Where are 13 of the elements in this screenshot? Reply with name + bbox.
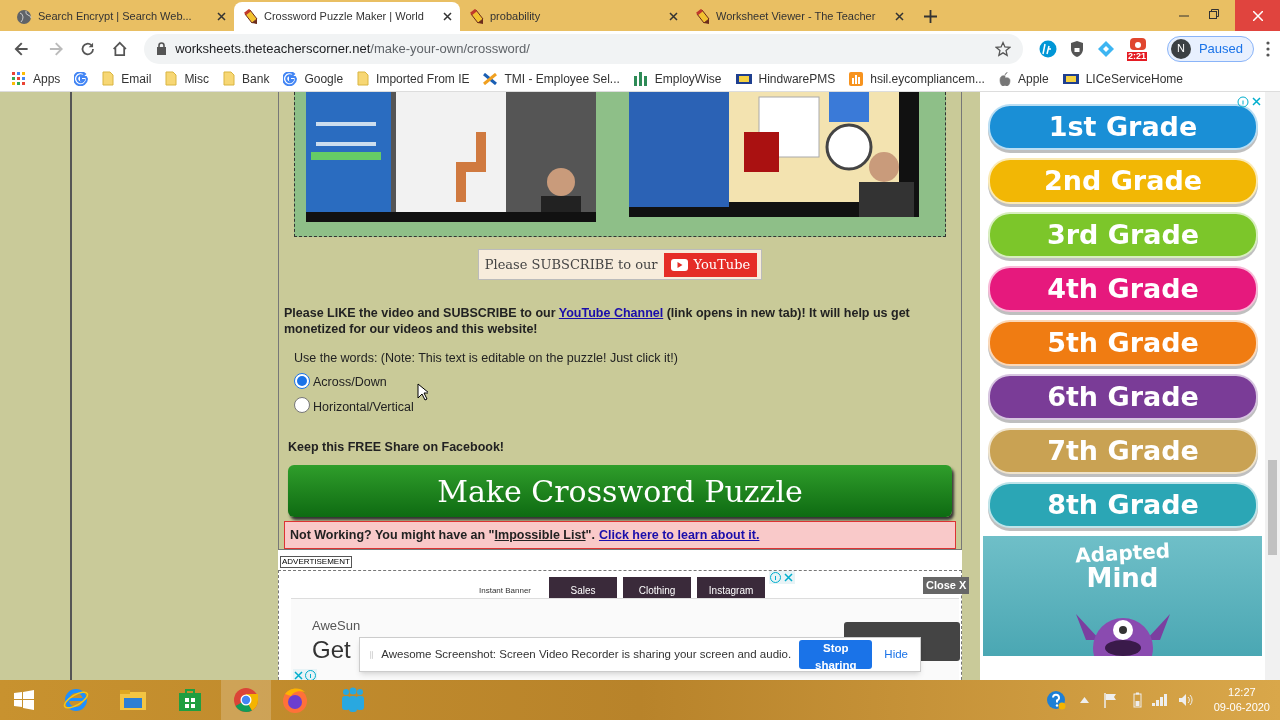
share-note: Keep this FREE Share on Facebook! bbox=[288, 439, 505, 457]
promo-title: Mind bbox=[1086, 564, 1159, 592]
notification-message: Awesome Screenshot: Screen Video Recorder is sharing your screen and audio. bbox=[381, 646, 792, 662]
paragraph: Please LIKE the video and SUBSCRIBE to our YouTube Channel (link opens in new tab)! It will help us get monetized for our videos and this website! bbox=[284, 305, 911, 337]
ad-brand: AweSun bbox=[312, 617, 361, 635]
warning-text: Not Working? You might have an " bbox=[290, 526, 495, 544]
url-text: worksheets.theteacherscorner.net/make-your-own/crossword/ bbox=[175, 39, 530, 58]
option-label: Use the words: (Note: This text is editable on the puzzle! Just click it!) bbox=[294, 350, 679, 367]
advertisement-label: ADVERTISEMENT bbox=[280, 556, 352, 568]
warning-text: ". bbox=[585, 526, 595, 544]
ad-headline: Get bbox=[312, 635, 351, 665]
ad-caption: Instant Banner bbox=[479, 585, 532, 597]
promo-title: Adapted bbox=[1074, 539, 1171, 567]
